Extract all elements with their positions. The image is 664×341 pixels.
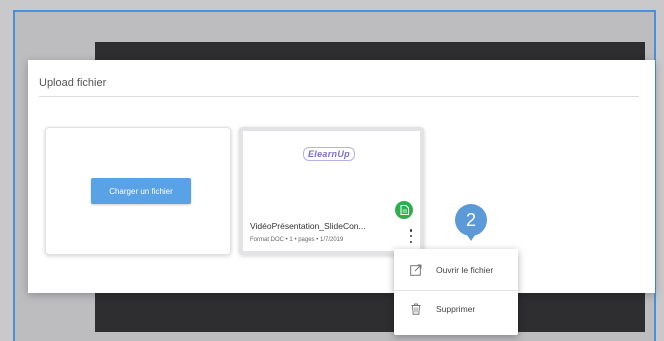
step-marker-pointer — [465, 232, 477, 241]
trash-icon — [410, 303, 422, 315]
document-icon — [395, 201, 413, 219]
file-name: VidéoPrésentation_SlideCon... — [250, 221, 366, 231]
menu-divider — [394, 290, 518, 291]
menu-item-delete[interactable]: Supprimer — [394, 293, 518, 325]
upload-card: Charger un fichier — [45, 127, 231, 255]
menu-item-label: Ouvrir le fichier — [436, 265, 494, 275]
file-context-menu: Ouvrir le fichier Supprimer — [394, 249, 518, 335]
modal-divider — [39, 96, 639, 97]
menu-item-label: Supprimer — [436, 304, 476, 314]
upload-file-button[interactable]: Charger un fichier — [91, 178, 191, 204]
kebab-dot — [409, 240, 413, 243]
kebab-dot — [409, 234, 413, 238]
file-thumbnail-logo: ElearnUp — [303, 147, 355, 161]
file-card[interactable]: ElearnUp VidéoPrésentation_SlideCon... F… — [239, 127, 424, 255]
document-icon-glyph — [400, 205, 409, 215]
upload-modal: Upload fichier Charger un fichier Elearn… — [28, 60, 655, 293]
more-options-icon[interactable] — [406, 227, 416, 245]
file-meta: Format DOC • 1 • pages • 1/7/2019 — [250, 237, 344, 243]
menu-item-open-file[interactable]: Ouvrir le fichier — [394, 254, 518, 286]
kebab-dot — [409, 229, 413, 232]
modal-title: Upload fichier — [39, 77, 107, 89]
open-external-icon — [410, 264, 422, 276]
background-panel-bottom — [95, 292, 645, 332]
